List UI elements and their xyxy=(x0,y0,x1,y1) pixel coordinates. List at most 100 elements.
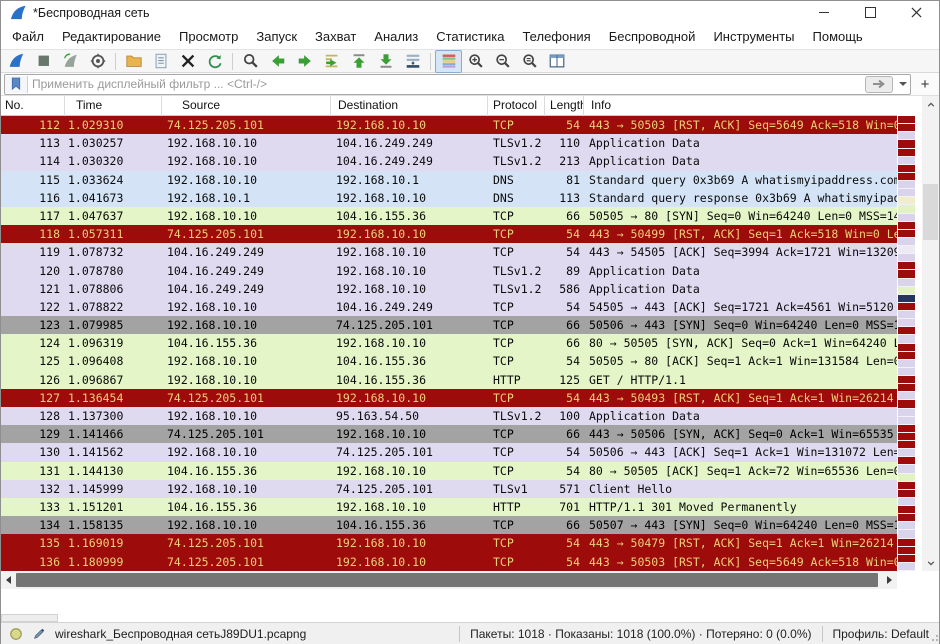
colorize-packets-icon[interactable] xyxy=(435,50,462,73)
profile-label[interactable]: Профиль: Default xyxy=(822,626,940,642)
packet-row[interactable]: 1231.079985192.168.10.1074.125.205.101TC… xyxy=(1,316,897,334)
go-to-packet-icon[interactable] xyxy=(318,50,345,73)
menu-item-9[interactable]: Инструменты xyxy=(704,25,803,48)
stop-capture-icon[interactable] xyxy=(30,50,57,73)
menu-item-2[interactable]: Просмотр xyxy=(170,25,247,48)
maximize-icon[interactable] xyxy=(847,1,893,24)
packet-row[interactable]: 1321.145999192.168.10.1074.125.205.101TL… xyxy=(1,480,897,498)
menu-item-10[interactable]: Помощь xyxy=(804,25,872,48)
capture-options-icon[interactable] xyxy=(84,50,111,73)
zoom-original-icon[interactable] xyxy=(516,50,543,73)
packet-row[interactable]: 1361.18099974.125.205.101192.168.10.10TC… xyxy=(1,553,897,571)
packet-cell-time: 1.096867 xyxy=(65,371,162,389)
display-filter-input[interactable] xyxy=(28,77,865,91)
add-filter-button[interactable]: + xyxy=(916,75,934,93)
packet-cell-no: 134 xyxy=(1,516,65,534)
menu-item-0[interactable]: Файл xyxy=(3,25,53,48)
packet-cell-length: 113 xyxy=(545,189,584,207)
go-forward-icon[interactable] xyxy=(291,50,318,73)
menu-item-6[interactable]: Статистика xyxy=(427,25,513,48)
auto-scroll-icon[interactable] xyxy=(399,50,426,73)
scroll-up-icon[interactable] xyxy=(922,96,939,113)
packet-row[interactable]: 1131.030257192.168.10.10104.16.249.249TL… xyxy=(1,134,897,152)
packet-row[interactable]: 1191.078732104.16.249.249192.168.10.10TC… xyxy=(1,243,897,261)
pane-splitter-grip[interactable] xyxy=(1,614,58,622)
packet-cell-no: 132 xyxy=(1,480,65,498)
resize-grip[interactable] xyxy=(930,635,938,643)
packet-row[interactable]: 1301.141562192.168.10.1074.125.205.101TC… xyxy=(1,443,897,461)
column-header-length[interactable]: Length xyxy=(545,96,584,116)
save-file-icon[interactable] xyxy=(147,50,174,73)
packet-minimap-scrollbar[interactable] xyxy=(898,116,915,571)
minimap-stripe xyxy=(898,124,915,132)
column-header-destination[interactable]: Destination xyxy=(331,96,488,116)
packet-row[interactable]: 1281.137300192.168.10.1095.163.54.50TLSv… xyxy=(1,407,897,425)
minimap-stripe xyxy=(898,254,915,262)
packet-row[interactable]: 1311.144130104.16.155.36192.168.10.10TCP… xyxy=(1,462,897,480)
menu-item-1[interactable]: Редактирование xyxy=(53,25,170,48)
column-header-source[interactable]: Source xyxy=(162,96,331,116)
edit-capture-comment-icon[interactable] xyxy=(32,627,46,641)
packet-cell-source: 192.168.10.10 xyxy=(162,480,331,498)
packet-row[interactable]: 1121.02931074.125.205.101192.168.10.10TC… xyxy=(1,116,897,134)
vertical-scrollbar[interactable] xyxy=(922,96,939,571)
column-header-protocol[interactable]: Protocol xyxy=(488,96,545,116)
menu-item-8[interactable]: Беспроводной xyxy=(600,25,705,48)
start-capture-icon[interactable] xyxy=(3,50,30,73)
horizontal-scrollbar[interactable] xyxy=(1,571,897,589)
packet-row[interactable]: 1251.096408192.168.10.10104.16.155.36TCP… xyxy=(1,352,897,370)
go-back-icon[interactable] xyxy=(264,50,291,73)
close-file-icon[interactable] xyxy=(174,50,201,73)
filter-history-caret-icon[interactable] xyxy=(896,76,910,93)
packet-row[interactable]: 1351.16901974.125.205.101192.168.10.10TC… xyxy=(1,534,897,552)
packet-row[interactable]: 1241.096319104.16.155.36192.168.10.10TCP… xyxy=(1,334,897,352)
menu-item-4[interactable]: Захват xyxy=(306,25,365,48)
packet-row[interactable]: 1151.033624192.168.10.10192.168.10.1DNS8… xyxy=(1,171,897,189)
menu-item-3[interactable]: Запуск xyxy=(247,25,306,48)
packet-cell-protocol: HTTP xyxy=(488,371,545,389)
column-header-info[interactable]: Info xyxy=(584,96,897,116)
scroll-left-icon[interactable] xyxy=(1,571,16,589)
packet-cell-time: 1.029310 xyxy=(65,116,162,134)
minimap-stripe xyxy=(898,514,915,522)
packet-row[interactable]: 1211.078806104.16.249.249192.168.10.10TL… xyxy=(1,280,897,298)
menu-item-5[interactable]: Анализ xyxy=(365,25,427,48)
column-header-time[interactable]: Time xyxy=(65,96,162,116)
packet-row[interactable]: 1341.158135192.168.10.10104.16.155.36TCP… xyxy=(1,516,897,534)
packet-cell-no: 118 xyxy=(1,225,65,243)
packet-cell-no: 127 xyxy=(1,389,65,407)
packet-cell-protocol: TCP xyxy=(488,225,545,243)
packet-cell-time: 1.033624 xyxy=(65,171,162,189)
zoom-in-icon[interactable] xyxy=(462,50,489,73)
packet-row[interactable]: 1221.078822192.168.10.10104.16.249.249TC… xyxy=(1,298,897,316)
zoom-out-icon[interactable] xyxy=(489,50,516,73)
packet-row[interactable]: 1261.096867192.168.10.10104.16.155.36HTT… xyxy=(1,371,897,389)
packet-row[interactable]: 1271.13645474.125.205.101192.168.10.10TC… xyxy=(1,389,897,407)
close-icon[interactable] xyxy=(893,1,939,24)
packet-row[interactable]: 1171.047637192.168.10.10104.16.155.36TCP… xyxy=(1,207,897,225)
go-last-packet-icon[interactable] xyxy=(372,50,399,73)
bookmark-icon[interactable] xyxy=(5,76,28,93)
vertical-scrollbar-thumb[interactable] xyxy=(923,184,938,240)
find-packet-icon[interactable] xyxy=(237,50,264,73)
packet-row[interactable]: 1161.041673192.168.10.1192.168.10.10DNS1… xyxy=(1,189,897,207)
restart-capture-icon[interactable] xyxy=(57,50,84,73)
minimize-icon[interactable] xyxy=(801,1,847,24)
scroll-down-icon[interactable] xyxy=(922,554,939,571)
packet-row[interactable]: 1331.151201104.16.155.36192.168.10.10HTT… xyxy=(1,498,897,516)
packet-cell-destination: 192.168.10.10 xyxy=(331,225,488,243)
resize-columns-icon[interactable] xyxy=(543,50,570,73)
packet-row[interactable]: 1181.05731174.125.205.101192.168.10.10TC… xyxy=(1,225,897,243)
column-header-no[interactable]: No. xyxy=(1,96,65,116)
packet-row[interactable]: 1201.078780104.16.249.249192.168.10.10TL… xyxy=(1,262,897,280)
scroll-right-icon[interactable] xyxy=(882,571,897,589)
packet-row[interactable]: 1141.030320192.168.10.10104.16.249.249TL… xyxy=(1,152,897,170)
menu-item-7[interactable]: Телефония xyxy=(513,25,599,48)
apply-filter-icon[interactable] xyxy=(865,76,893,93)
go-first-packet-icon[interactable] xyxy=(345,50,372,73)
reload-file-icon[interactable] xyxy=(201,50,228,73)
packet-row[interactable]: 1291.14146674.125.205.101192.168.10.10TC… xyxy=(1,425,897,443)
expert-info-icon[interactable] xyxy=(9,627,23,641)
horizontal-scrollbar-thumb[interactable] xyxy=(16,573,878,587)
open-file-icon[interactable] xyxy=(120,50,147,73)
